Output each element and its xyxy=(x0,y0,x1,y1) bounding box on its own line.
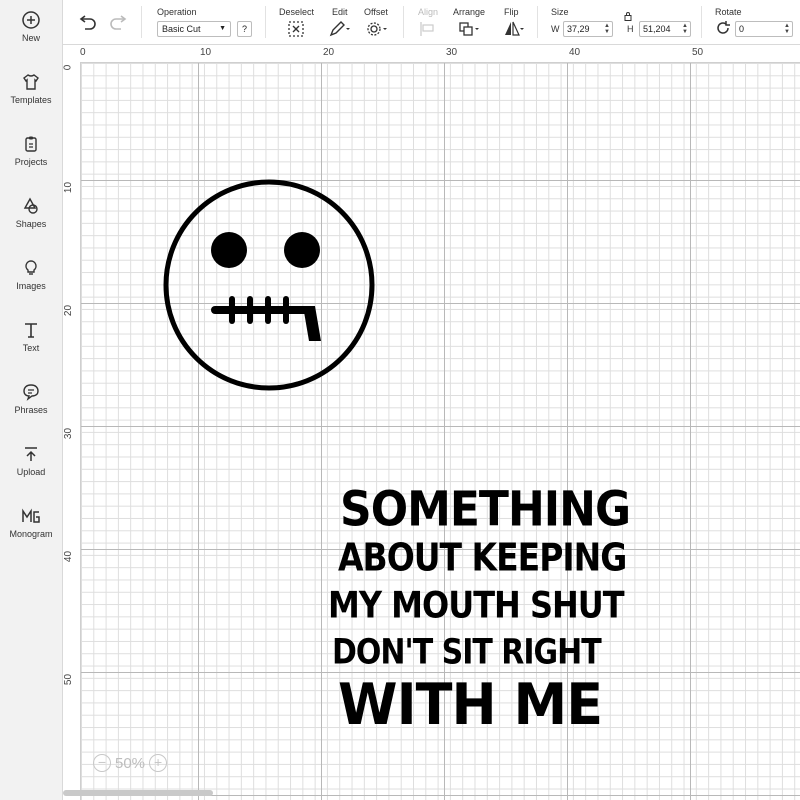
ruler-tick: 10 xyxy=(200,47,212,58)
quote-line: SOMETHING xyxy=(340,481,631,538)
lightbulb-icon xyxy=(25,260,37,275)
ruler-tick: 50 xyxy=(692,47,704,58)
sidebar-item-label: Projects xyxy=(14,157,48,167)
redo-icon xyxy=(110,15,127,30)
quote-line: MY MOUTH SHUT xyxy=(328,583,625,627)
redo-button[interactable] xyxy=(107,14,131,32)
flip-label: Flip xyxy=(504,7,519,17)
sidebar-item-monogram[interactable]: Monogram xyxy=(0,506,62,562)
quote-line: WITH ME xyxy=(338,671,603,738)
width-field[interactable]: 37,29 ▲ ▼ xyxy=(563,21,613,37)
sidebar-item-label: Images xyxy=(16,281,46,291)
rotate-label: Rotate xyxy=(715,7,742,17)
ruler-tick: 40 xyxy=(63,550,75,563)
help-button[interactable]: ? xyxy=(237,21,252,37)
text-icon xyxy=(25,323,37,338)
ruler-corner xyxy=(63,45,81,63)
undo-button[interactable] xyxy=(75,14,99,32)
sidebar-item-label: Phrases xyxy=(14,405,48,415)
rotate-icon[interactable] xyxy=(711,20,731,38)
shirt-icon xyxy=(23,74,39,90)
ruler-tick: 20 xyxy=(323,47,335,58)
flip-icon xyxy=(505,21,524,36)
edit-button[interactable] xyxy=(327,20,351,38)
sidebar-item-new[interactable]: New xyxy=(0,10,62,66)
operation-value: Basic Cut xyxy=(162,24,201,34)
sidebar-item-label: Monogram xyxy=(9,529,53,539)
stepper-icon[interactable]: ▲ ▼ xyxy=(784,23,790,35)
ruler-tick: 0 xyxy=(63,64,74,71)
design-canvas[interactable]: 0 10 20 30 40 50 0 10 20 30 40 50 SOMETH… xyxy=(63,45,800,800)
sidebar-item-label: Upload xyxy=(16,467,46,477)
sidebar-item-text[interactable]: Text xyxy=(0,320,62,376)
arrange-icon xyxy=(459,22,479,36)
zoom-level: 50% xyxy=(115,754,146,772)
monogram-icon xyxy=(22,508,40,523)
sidebar-item-projects[interactable]: Projects xyxy=(0,134,62,190)
sidebar-item-upload[interactable]: Upload xyxy=(0,444,62,500)
height-value: 51,204 xyxy=(643,24,671,34)
zipped-mouth-face-graphic[interactable] xyxy=(163,179,375,391)
deselect-label: Deselect xyxy=(279,7,315,17)
flip-button[interactable] xyxy=(501,20,525,38)
offset-icon xyxy=(367,22,387,36)
help-label: ? xyxy=(241,24,247,34)
sidebar-item-label: Text xyxy=(22,343,40,353)
offset-label: Offset xyxy=(364,7,388,17)
ruler-tick: 50 xyxy=(63,673,75,686)
rotate-field[interactable]: 0 ▲ ▼ xyxy=(735,21,793,37)
zoom-out-button[interactable]: − xyxy=(93,754,111,772)
pencil-icon xyxy=(329,21,350,37)
ruler-tick: 40 xyxy=(569,47,581,58)
ruler-tick: 30 xyxy=(446,47,458,58)
deselect-icon xyxy=(288,21,304,37)
sidebar-item-label: Shapes xyxy=(15,219,47,229)
zoom-in-button[interactable]: + xyxy=(149,754,168,772)
width-value: 37,29 xyxy=(567,24,590,34)
upload-icon xyxy=(25,447,37,461)
sidebar-item-label: Templates xyxy=(10,95,52,105)
ruler-top: 0 10 20 30 40 50 xyxy=(80,45,800,63)
operation-label: Operation xyxy=(157,7,197,17)
ruler-tick: 20 xyxy=(63,304,75,317)
align-icon xyxy=(420,22,434,36)
stepper-icon[interactable]: ▲ ▼ xyxy=(604,23,610,35)
deselect-button[interactable] xyxy=(284,20,308,38)
quote-text-graphic[interactable]: SOMETHING ABOUT KEEPING MY MOUTH SHUT DO… xyxy=(328,481,748,745)
left-sidebar: New Templates Projects Shapes Images Tex… xyxy=(0,0,63,800)
width-tag: W xyxy=(551,24,560,34)
lock-icon[interactable] xyxy=(623,8,633,21)
size-label: Size xyxy=(551,7,569,17)
sidebar-item-shapes[interactable]: Shapes xyxy=(0,196,62,252)
align-label: Align xyxy=(418,7,439,17)
speech-bubble-icon xyxy=(23,384,39,401)
horizontal-scrollbar[interactable] xyxy=(63,790,213,796)
top-toolbar: Operation Basic Cut ▼ ? Deselect Edit Of… xyxy=(63,0,800,45)
align-button[interactable] xyxy=(417,20,441,38)
rotate-value: 0 xyxy=(739,24,745,34)
edit-label: Edit xyxy=(332,7,348,17)
sidebar-item-phrases[interactable]: Phrases xyxy=(0,382,62,438)
sidebar-item-images[interactable]: Images xyxy=(0,258,62,314)
height-tag: H xyxy=(627,24,634,34)
ruler-tick: 10 xyxy=(63,181,75,194)
height-field[interactable]: 51,204 ▲ ▼ xyxy=(639,21,691,37)
chevron-down-icon: ▼ xyxy=(219,25,226,32)
ruler-tick: 0 xyxy=(80,47,86,58)
clipboard-icon xyxy=(25,136,37,152)
zoom-control: − 50% + xyxy=(93,751,168,775)
offset-button[interactable] xyxy=(365,20,389,38)
shapes-icon xyxy=(23,197,38,214)
operation-select[interactable]: Basic Cut ▼ xyxy=(157,21,231,37)
stepper-icon[interactable]: ▲ ▼ xyxy=(682,23,688,35)
sidebar-item-label: New xyxy=(21,33,40,43)
plus-circle-icon xyxy=(22,11,40,29)
ruler-tick: 30 xyxy=(63,427,75,440)
arrange-label: Arrange xyxy=(453,7,486,17)
sidebar-item-templates[interactable]: Templates xyxy=(0,72,62,128)
undo-icon xyxy=(79,15,96,30)
ruler-left: 0 10 20 30 40 50 xyxy=(63,62,81,800)
arrange-button[interactable] xyxy=(457,20,481,38)
